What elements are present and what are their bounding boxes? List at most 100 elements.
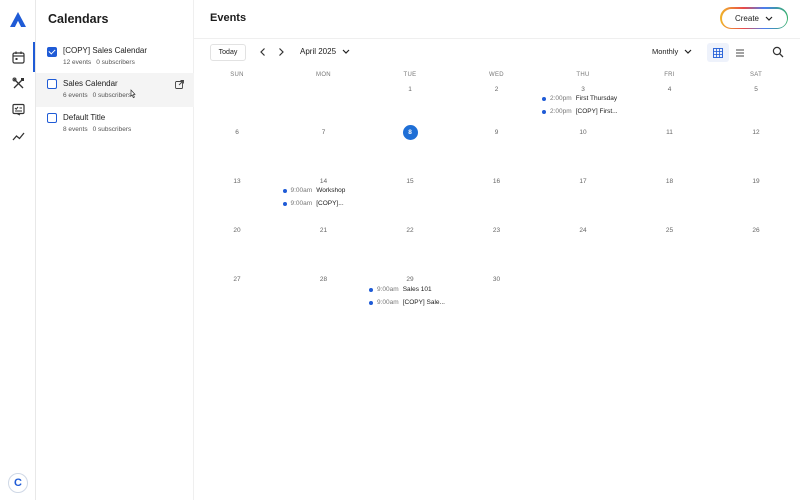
event-time: 9:00am [290, 187, 313, 194]
day-number[interactable]: 21 [281, 227, 367, 234]
app-rail: C [0, 0, 36, 500]
user-avatar[interactable]: C [8, 473, 28, 493]
grid-icon [713, 47, 723, 58]
day-number[interactable]: 11 [627, 129, 713, 136]
month-grid: SUN MON TUE WED THU FRI SAT 1 2 3 4 5 6 7 8 9 10 11 12 13 14… [194, 68, 800, 498]
chevron-down-icon [684, 49, 692, 54]
events-main: Events Create Today April 2025 Monthly S… [194, 0, 800, 500]
list-view-toggle[interactable] [729, 43, 751, 62]
event-time: 9:00am [377, 286, 399, 293]
tools-nav-icon[interactable] [10, 75, 26, 91]
day-number[interactable]: 10 [540, 129, 626, 136]
calendar-event[interactable]: 2:00pm First Thursday [542, 95, 617, 102]
analytics-nav-icon[interactable] [10, 128, 26, 144]
calendar-event[interactable]: 9:00am Sales 101 [369, 286, 432, 293]
weekday-header: WED [489, 72, 504, 78]
day-number[interactable]: 4 [627, 86, 713, 93]
weekday-header: SUN [230, 72, 244, 78]
create-button[interactable]: Create [720, 7, 788, 29]
weekday-header: FRI [664, 72, 675, 78]
chevron-right-icon[interactable] [276, 47, 286, 57]
calendar-subscriber-count: 0 subscribers [92, 92, 132, 99]
event-title: [COPY]... [316, 200, 344, 207]
calendar-item-sales[interactable]: Sales Calendar 6 events 0 subscribers [36, 73, 194, 107]
month-label: April 2025 [300, 47, 337, 56]
mouse-cursor-icon [130, 89, 136, 99]
day-number[interactable]: 22 [367, 227, 453, 234]
calendar-toolbar: Today April 2025 Monthly [194, 40, 800, 66]
today-button[interactable]: Today [210, 44, 246, 61]
event-time: 2:00pm [550, 108, 572, 115]
day-number[interactable]: 28 [281, 276, 367, 283]
day-number[interactable]: 8 [367, 129, 453, 136]
calendar-checkbox[interactable] [47, 79, 57, 89]
event-dot-icon [282, 201, 287, 206]
open-external-icon[interactable] [175, 80, 184, 89]
day-number[interactable]: 23 [454, 227, 540, 234]
calendar-item-default[interactable]: Default Title 8 events 0 subscribers [36, 110, 194, 144]
event-title: [COPY] Sale... [402, 299, 445, 306]
event-time: 9:00am [377, 299, 399, 306]
day-number[interactable]: 5 [713, 86, 799, 93]
calendar-subscriber-count: 0 subscribers [92, 126, 132, 133]
day-number[interactable]: 24 [540, 227, 626, 234]
header-divider [194, 38, 800, 39]
calendar-event[interactable]: 2:00pm [COPY] First... [542, 108, 618, 115]
day-number[interactable]: 13 [194, 178, 280, 185]
calendar-event[interactable]: 9:00am [COPY] Sale... [369, 299, 445, 306]
calendar-item-meta: 6 events 0 subscribers [63, 92, 131, 99]
day-number[interactable]: 3 [540, 86, 626, 93]
weekday-header: THU [576, 72, 590, 78]
month-selector[interactable]: April 2025 [300, 47, 350, 56]
grid-view-toggle[interactable] [707, 43, 729, 62]
day-number[interactable]: 25 [627, 227, 713, 234]
calendar-checkbox[interactable] [47, 47, 57, 57]
event-dot-icon [542, 96, 546, 101]
day-number[interactable]: 26 [713, 227, 799, 234]
day-number[interactable]: 15 [367, 178, 453, 185]
day-number[interactable]: 14 [281, 178, 367, 185]
calendars-panel: Calendars [COPY] Sales Calendar 12 event… [33, 0, 194, 500]
calendar-item-meta: 12 events 0 subscribers [63, 59, 135, 66]
calendar-item-copy-sales[interactable]: [COPY] Sales Calendar 12 events 0 subscri… [33, 42, 194, 76]
chevron-left-icon[interactable] [258, 47, 268, 57]
day-number[interactable]: 19 [713, 178, 799, 185]
day-number[interactable]: 27 [194, 276, 280, 283]
list-icon [736, 49, 744, 56]
day-number[interactable]: 7 [281, 129, 367, 136]
day-number[interactable]: 2 [454, 86, 540, 93]
day-number[interactable]: 12 [713, 129, 799, 136]
event-title: First Thursday [575, 95, 618, 102]
day-number[interactable]: 17 [540, 178, 626, 185]
calendar-nav-icon[interactable] [10, 49, 26, 65]
calendar-event-count: 6 events [63, 92, 88, 99]
day-number[interactable]: 9 [454, 129, 540, 136]
day-number[interactable]: 29 [367, 276, 453, 283]
day-number[interactable]: 16 [454, 178, 540, 185]
event-dot-icon [542, 109, 546, 114]
create-button-label: Create [734, 13, 759, 23]
day-number[interactable]: 6 [194, 129, 280, 136]
calendar-event[interactable]: 9:00am Workshop [282, 187, 346, 194]
event-title: [COPY] First... [575, 108, 618, 115]
event-title: Sales 101 [402, 286, 432, 293]
calendar-checkbox[interactable] [47, 113, 57, 123]
event-title: Workshop [316, 187, 346, 194]
day-number[interactable]: 1 [367, 86, 453, 93]
event-time: 2:00pm [550, 95, 572, 102]
view-mode-select[interactable]: Monthly [652, 47, 692, 56]
search-icon[interactable] [772, 46, 784, 58]
event-dot-icon [369, 300, 373, 305]
calendar-item-meta: 8 events 0 subscribers [63, 126, 131, 133]
weekday-header: SAT [749, 72, 763, 78]
page-title: Events [210, 12, 247, 24]
app-logo-icon[interactable] [9, 11, 27, 29]
day-number[interactable]: 30 [454, 276, 540, 283]
day-number[interactable]: 20 [194, 227, 280, 234]
day-number[interactable]: 18 [627, 178, 713, 185]
event-dot-icon [282, 188, 287, 193]
calendar-subscriber-count: 0 subscribers [96, 59, 135, 66]
checklist-nav-icon[interactable] [10, 101, 26, 117]
calendar-event[interactable]: 9:00am [COPY]... [282, 200, 344, 207]
view-mode-label: Monthly [652, 47, 679, 56]
